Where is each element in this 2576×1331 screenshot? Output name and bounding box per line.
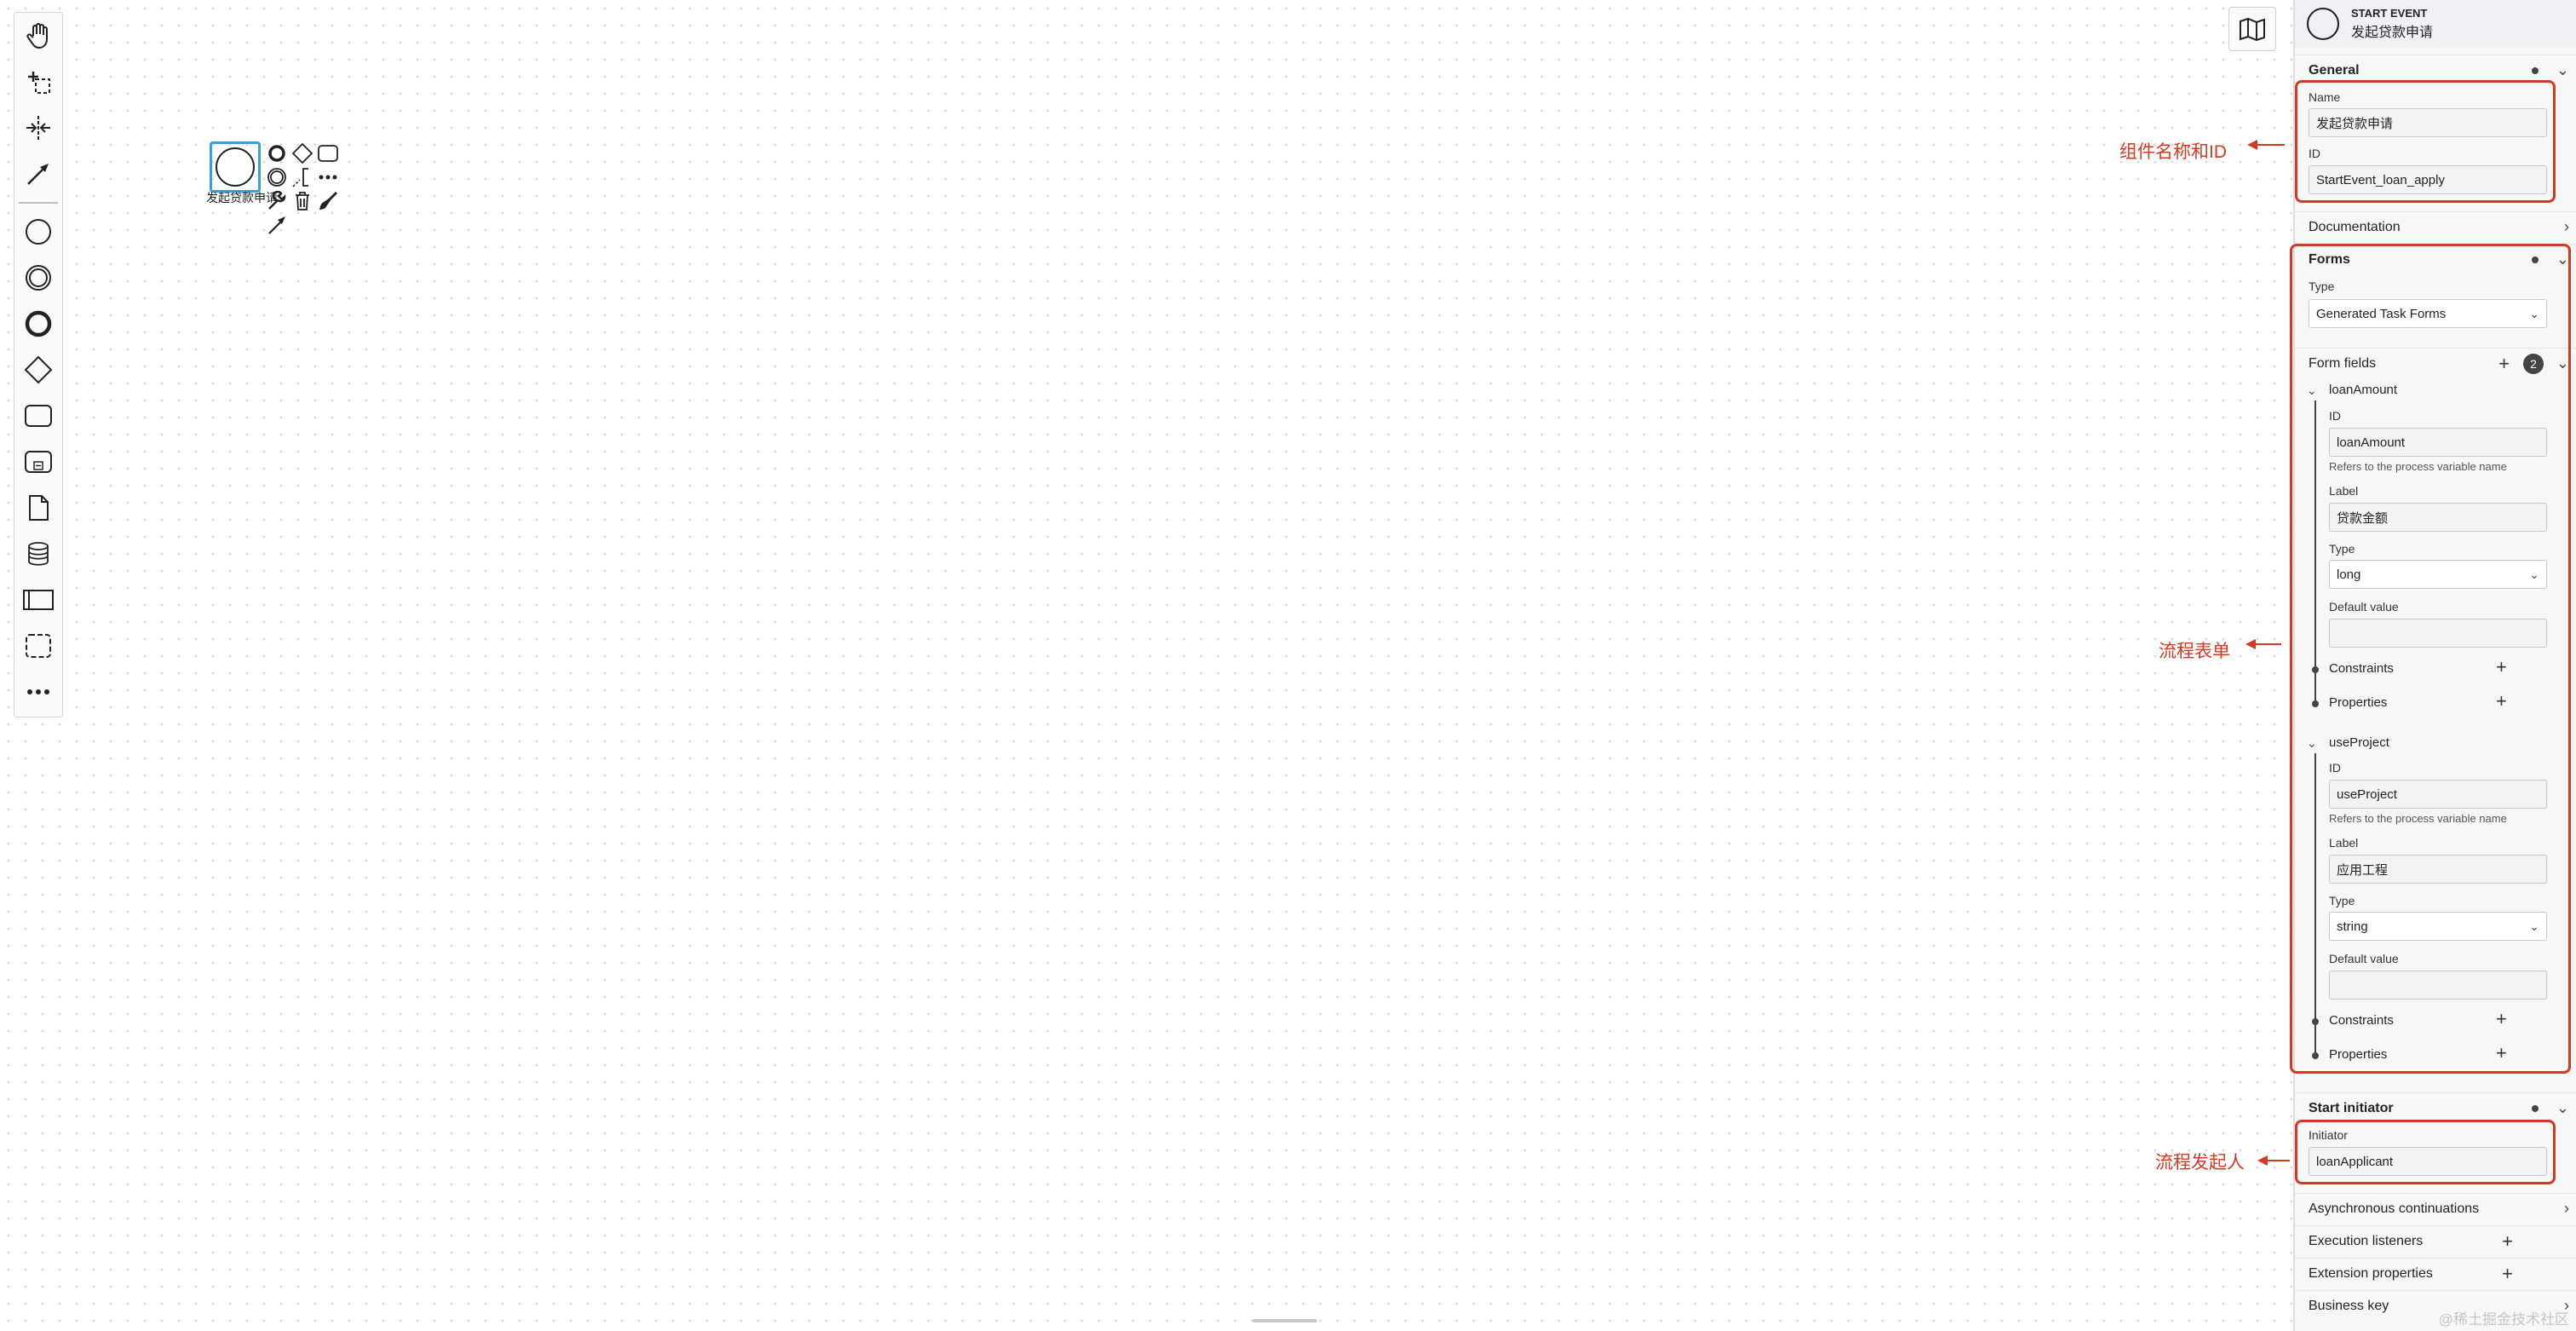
intermediate-event-icon[interactable]	[14, 255, 63, 301]
group-title: Extension properties	[2309, 1265, 2433, 1281]
has-data-dot	[2532, 1104, 2539, 1112]
tool-palette	[14, 12, 63, 717]
annotation-line	[2252, 643, 2281, 645]
more-options-icon[interactable]	[315, 165, 341, 189]
minimap-toggle-button[interactable]	[2228, 7, 2276, 51]
group-icon[interactable]	[14, 623, 63, 669]
subprocess-icon[interactable]	[14, 439, 63, 485]
chevron-right-icon: ›	[2564, 1200, 2569, 1217]
connect-arrow-icon[interactable]	[264, 213, 290, 237]
chevron-down-icon: ⌄	[2556, 61, 2569, 78]
group-start-initiator-header[interactable]: Start initiator ⌄	[2295, 1092, 2576, 1123]
append-intermediate-event-icon[interactable]	[264, 165, 290, 189]
group-title: General	[2309, 62, 2360, 78]
annotation-line	[2264, 1160, 2290, 1161]
connect-tool-icon[interactable]	[14, 151, 63, 197]
annotation-line	[2254, 144, 2285, 146]
group-documentation-header[interactable]: Documentation ›	[2295, 211, 2576, 242]
append-task-icon[interactable]	[315, 141, 341, 165]
append-text-annotation-icon[interactable]	[290, 165, 315, 189]
start-event-circle-icon	[216, 147, 255, 187]
group-title: Asynchronous continuations	[2309, 1201, 2480, 1216]
chevron-right-icon: ›	[2564, 218, 2569, 235]
more-icon[interactable]	[14, 669, 63, 715]
canvas-scroll-handle[interactable]	[1252, 1319, 1317, 1322]
space-tool-icon[interactable]	[14, 105, 63, 151]
map-icon	[2240, 17, 2265, 42]
annotation-form: 流程表单	[2159, 642, 2230, 661]
data-store-icon[interactable]	[14, 531, 63, 577]
group-title: Start initiator	[2309, 1100, 2394, 1115]
pool-icon[interactable]	[14, 577, 63, 623]
group-ext-properties-header[interactable]: Extension properties +	[2295, 1258, 2576, 1288]
lasso-tool-icon[interactable]	[14, 59, 63, 105]
start-event-icon	[2307, 8, 2339, 40]
palette-separator	[19, 202, 58, 204]
annotation-name-id: 组件名称和ID	[2119, 142, 2227, 162]
element-name: 发起贷款申请	[2351, 26, 2434, 40]
task-icon[interactable]	[14, 393, 63, 439]
color-brush-icon[interactable]	[315, 189, 341, 213]
append-gateway-icon[interactable]	[290, 141, 315, 165]
group-title: Execution listeners	[2309, 1233, 2424, 1248]
start-event-icon[interactable]	[14, 209, 63, 255]
hand-tool-icon[interactable]	[14, 13, 63, 59]
data-object-icon[interactable]	[14, 485, 63, 531]
highlight-general-box	[2295, 80, 2556, 203]
annotation-initiator: 流程发起人	[2155, 1153, 2245, 1173]
change-type-wrench-icon[interactable]	[264, 189, 290, 213]
group-title: Business key	[2309, 1298, 2389, 1313]
watermark: @稀土掘金技术社区	[2438, 1311, 2569, 1328]
context-pad	[264, 141, 344, 242]
highlight-forms-box	[2290, 244, 2571, 1074]
group-title: Documentation	[2309, 219, 2401, 234]
gateway-icon[interactable]	[14, 347, 63, 393]
add-listener-icon[interactable]: +	[2502, 1230, 2513, 1253]
start-event-shape[interactable]	[210, 141, 261, 193]
add-extension-property-icon[interactable]: +	[2502, 1263, 2513, 1285]
group-async-header[interactable]: Asynchronous continuations ›	[2295, 1193, 2576, 1224]
chevron-down-icon: ⌄	[2556, 1099, 2569, 1116]
delete-trash-icon[interactable]	[290, 189, 315, 213]
group-exec-listeners-header[interactable]: Execution listeners +	[2295, 1225, 2576, 1256]
has-data-dot	[2532, 66, 2539, 74]
append-end-event-icon[interactable]	[264, 141, 290, 165]
element-type: START EVENT	[2351, 7, 2428, 20]
highlight-initiator-box	[2295, 1120, 2556, 1184]
panel-header: START EVENT 发起贷款申请	[2295, 0, 2576, 48]
end-event-icon[interactable]	[14, 301, 63, 347]
